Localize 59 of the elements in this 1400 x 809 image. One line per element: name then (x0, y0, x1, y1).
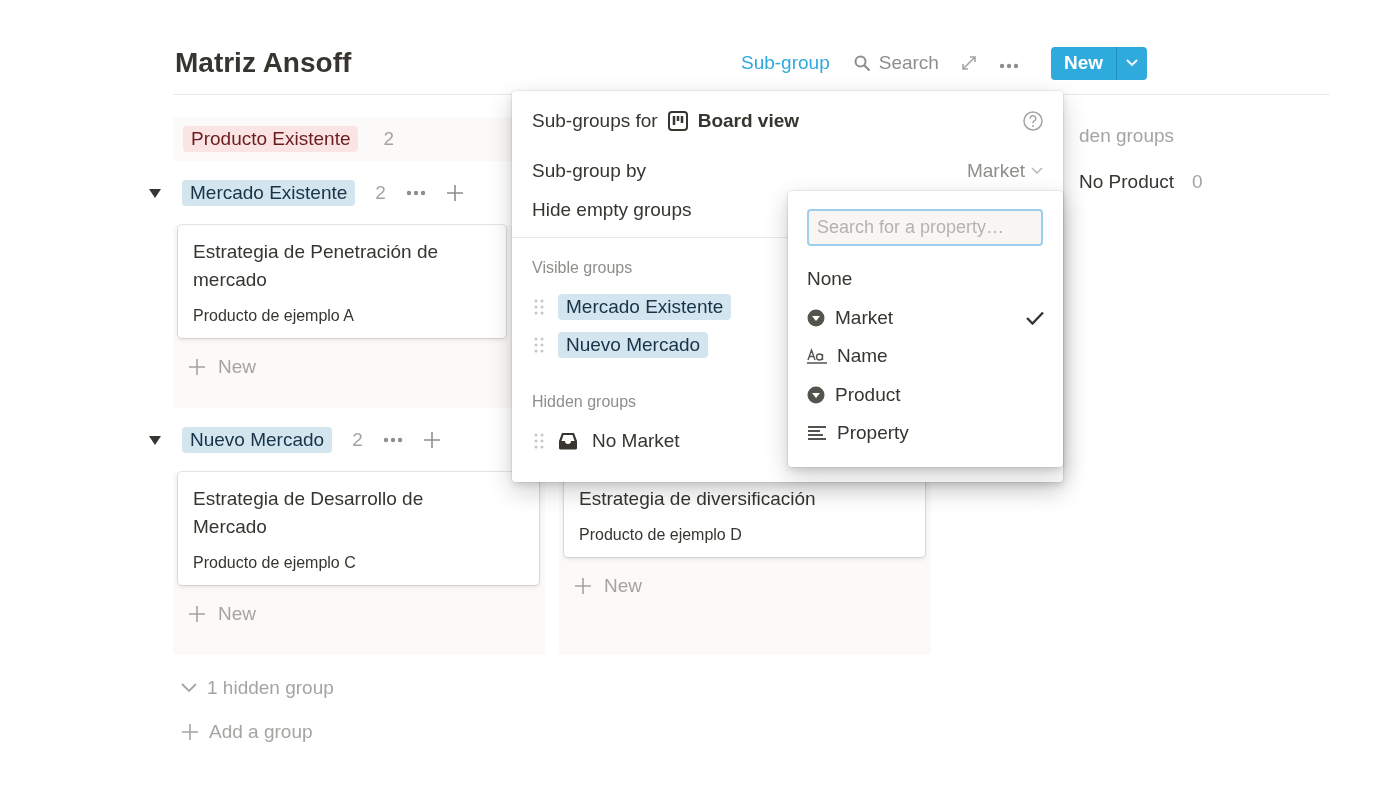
collapse-triangle-icon[interactable] (148, 187, 162, 199)
card-property: Producto de ejemplo C (193, 553, 357, 573)
group-tag[interactable]: Nuevo Mercado (558, 332, 709, 358)
dropdown-circle-icon (807, 385, 825, 404)
card-title: Estrategia de diversificación (579, 487, 817, 511)
group-tag[interactable]: Mercado Existente (182, 180, 356, 206)
plus-icon[interactable] (445, 184, 464, 202)
hidden-group-label[interactable]: No Product (1079, 171, 1175, 193)
setting-label: Sub-group by (532, 159, 648, 182)
group-tag[interactable]: Producto Existente (183, 126, 359, 152)
collapse-triangle-icon[interactable] (148, 434, 162, 446)
help-icon[interactable] (1023, 111, 1043, 131)
plus-icon[interactable] (181, 723, 199, 741)
board-card[interactable]: Estrategia de Penetración de mercado Producto de ejemplo A (178, 225, 506, 338)
group-count: 2 (383, 128, 395, 150)
group-count: 0 (1192, 171, 1203, 193)
property-option[interactable]: Name (788, 337, 1063, 376)
card-property: Producto de ejemplo A (193, 306, 355, 326)
plus-icon[interactable] (188, 358, 206, 376)
search-icon (853, 54, 871, 72)
chevron-down-icon (1031, 166, 1043, 175)
text-lines-icon (807, 425, 827, 442)
more-icon[interactable] (998, 63, 1019, 69)
drag-handle-icon[interactable] (534, 299, 544, 315)
more-icon[interactable] (382, 437, 403, 443)
page-title: Matriz Ansoff (175, 47, 353, 79)
group-tag[interactable]: Nuevo Mercado (182, 427, 333, 453)
inbox-icon (558, 432, 578, 450)
property-search-field[interactable]: Search for a property… (807, 209, 1043, 246)
plus-icon[interactable] (422, 431, 441, 449)
group-label[interactable]: No Market (592, 430, 680, 452)
chevron-down-icon (181, 683, 197, 693)
popup-title: Sub-groups for (532, 110, 658, 132)
setting-label: Hide empty groups (532, 198, 693, 221)
section-title: Hidden groups (532, 393, 637, 411)
more-icon[interactable] (405, 190, 426, 196)
dropdown-circle-icon (807, 308, 825, 327)
board-card[interactable]: Estrategia de Desarrollo de Mercado Producto de ejemplo C (178, 472, 539, 585)
hidden-groups-title: den groups (1079, 125, 1176, 147)
property-option[interactable]: None (788, 260, 1063, 299)
text-aa-icon (807, 347, 827, 366)
card-title: Estrategia de Penetración de mercado (193, 240, 440, 292)
property-option[interactable]: Property (788, 414, 1063, 453)
property-option[interactable]: Market (788, 298, 1063, 337)
plus-icon[interactable] (574, 577, 592, 595)
caret-icon (1126, 59, 1138, 67)
group-tag[interactable]: Mercado Existente (558, 294, 732, 320)
card-property: Producto de ejemplo D (579, 525, 743, 545)
drag-handle-icon[interactable] (534, 337, 544, 353)
view-name: Board view (697, 110, 800, 132)
property-option[interactable]: Product (788, 375, 1063, 414)
drag-handle-icon[interactable] (534, 433, 544, 449)
card-title: Estrategia de Desarrollo de Mercado (193, 487, 425, 539)
expand-icon[interactable] (960, 55, 977, 71)
section-title: Visible groups (532, 259, 633, 277)
plus-icon[interactable] (188, 605, 206, 623)
group-count: 2 (375, 182, 386, 204)
group-count: 2 (352, 429, 363, 451)
board-icon (667, 111, 688, 131)
